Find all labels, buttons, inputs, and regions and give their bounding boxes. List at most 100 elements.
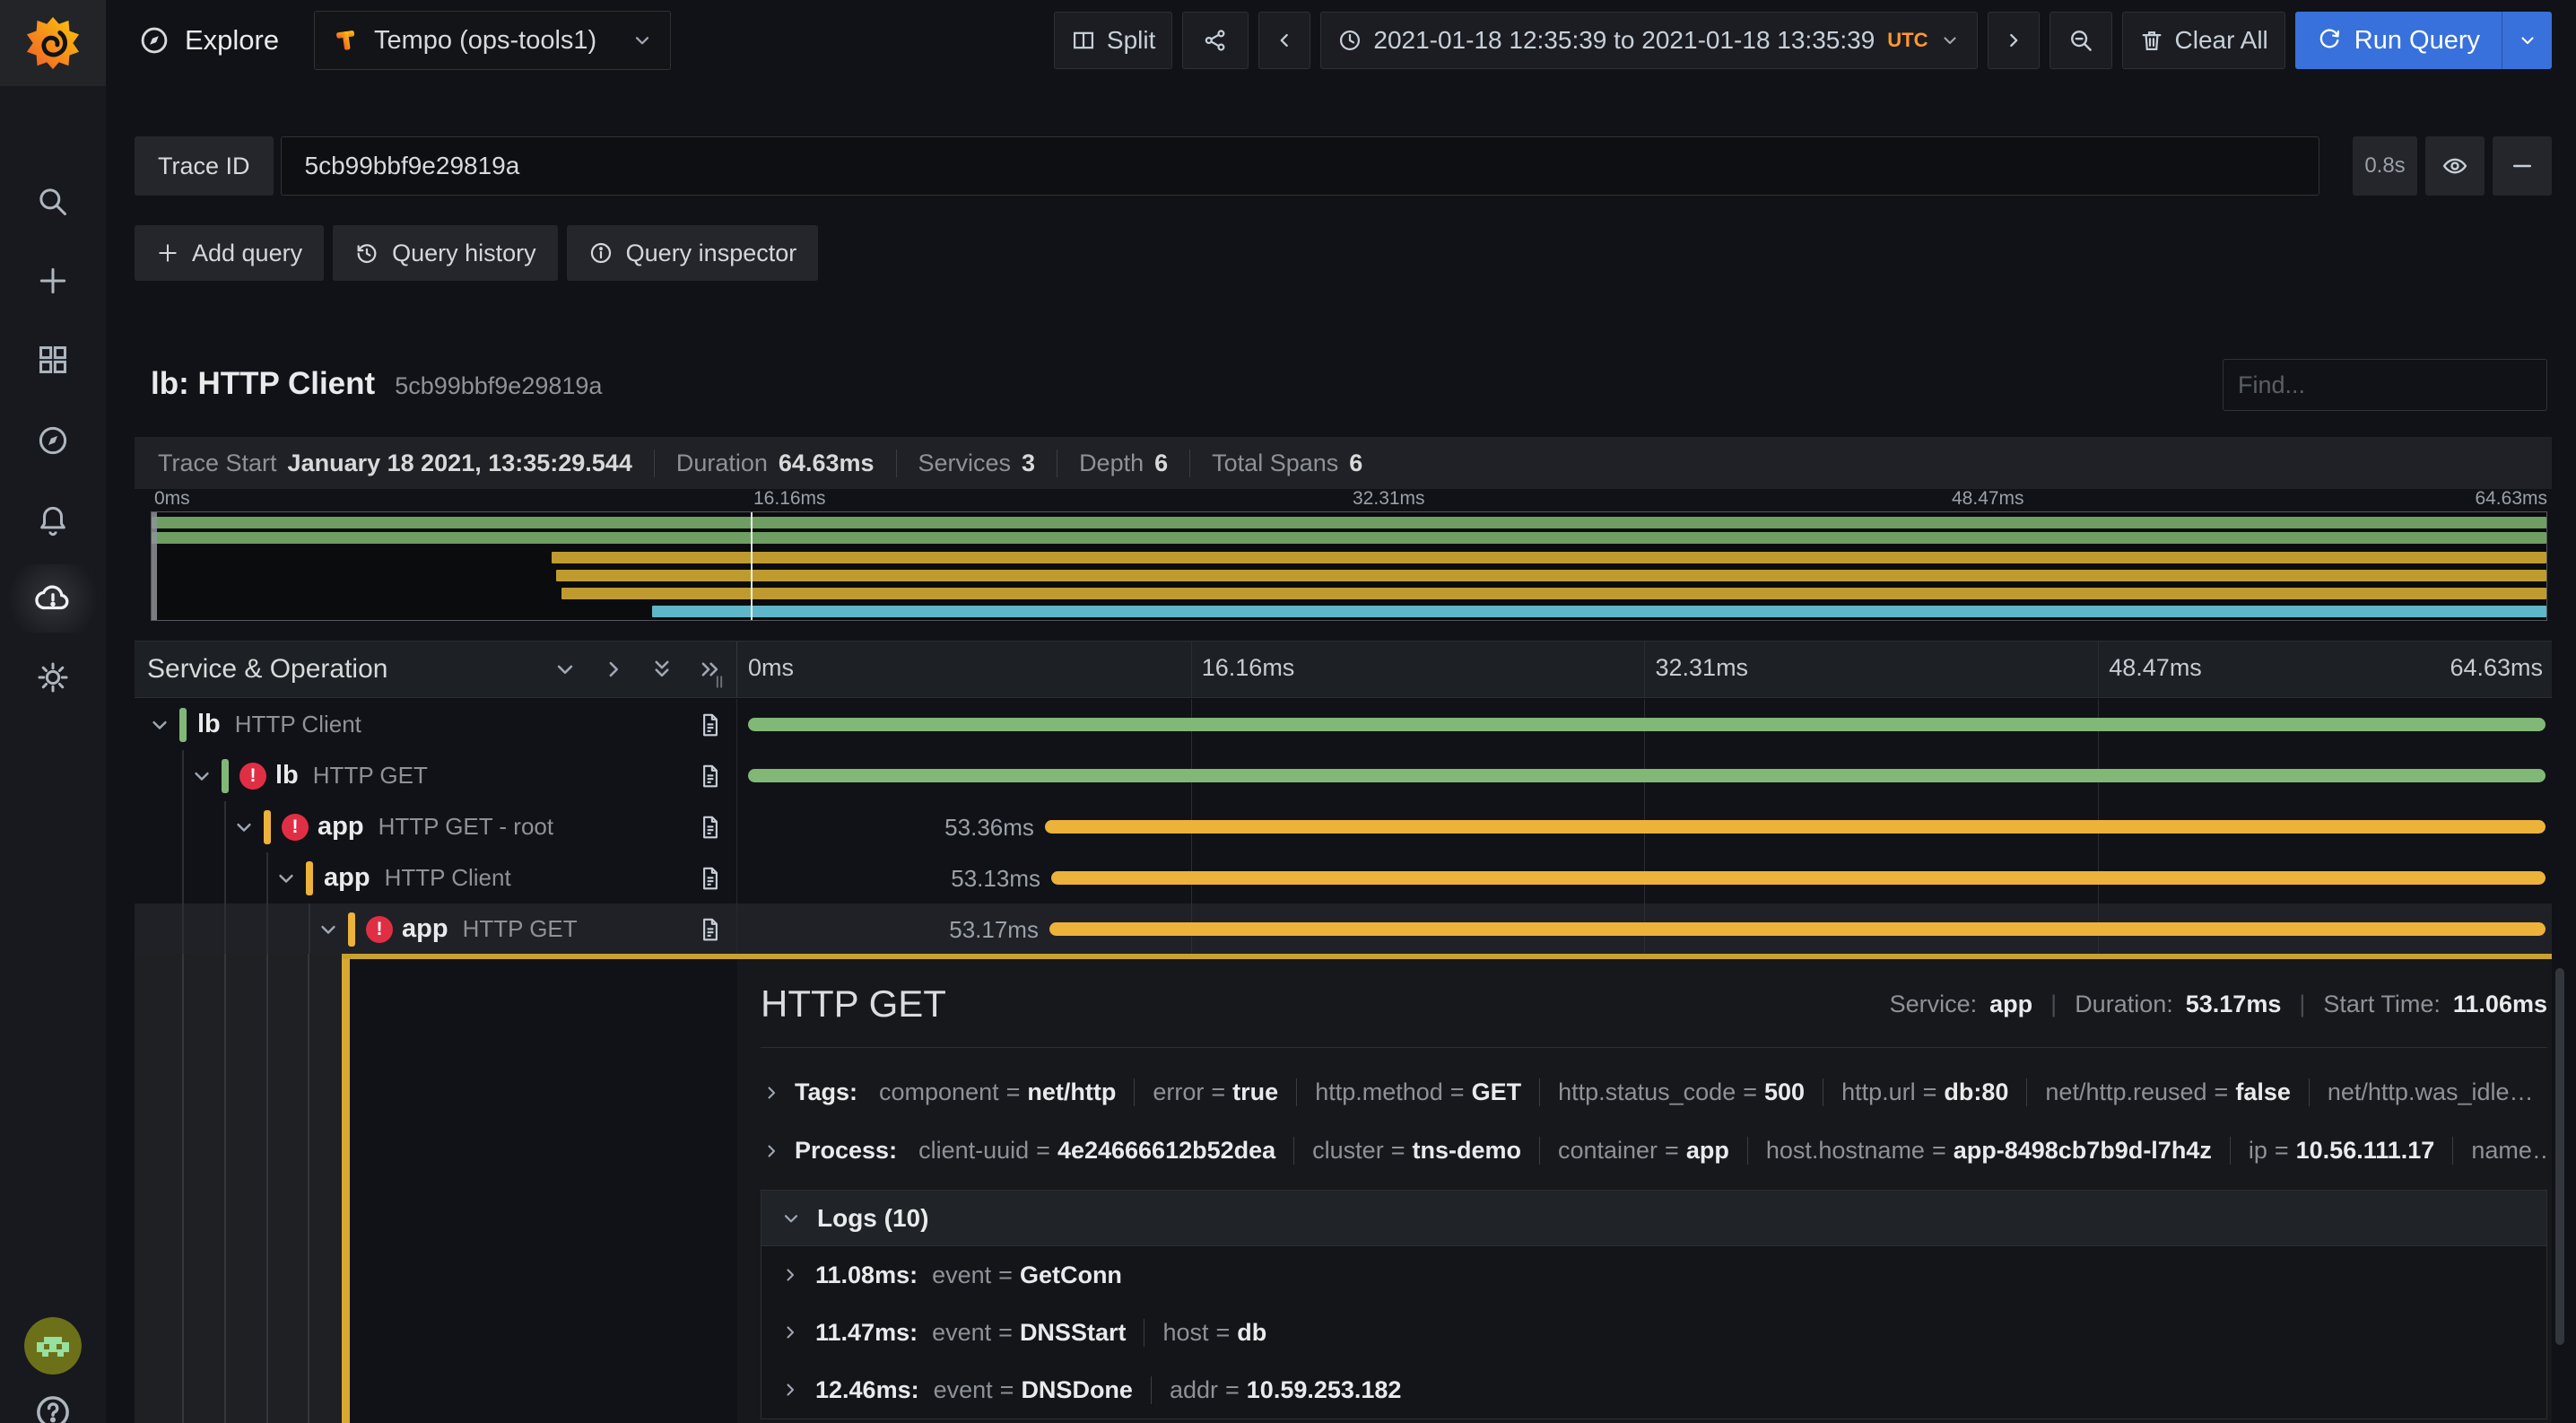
span-row[interactable]: lb HTTP Client xyxy=(135,699,2552,750)
span-duration-bar[interactable] xyxy=(1049,922,2546,936)
span-color-bar xyxy=(348,912,355,947)
span-name-cell[interactable]: app HTTP Client xyxy=(135,852,737,904)
trace-id-input[interactable] xyxy=(281,136,2319,196)
span-row[interactable]: lb HTTP GET xyxy=(135,750,2552,801)
minimap-span-bar xyxy=(652,606,2546,617)
span-name-cell[interactable]: lb HTTP Client xyxy=(135,699,737,750)
process-row: Process: client-uuid = 4e24666612b52dea … xyxy=(761,1137,2547,1165)
span-document-icon[interactable] xyxy=(697,814,724,841)
tag-item[interactable]: http.url = db:80 xyxy=(1823,1078,2008,1106)
user-avatar[interactable] xyxy=(24,1317,82,1375)
query-history-button[interactable]: Query history xyxy=(333,225,558,281)
process-item[interactable]: host.hostname = app-8498cb7b9d-l7h4z xyxy=(1747,1137,2212,1165)
chevron-down-icon[interactable] xyxy=(274,866,299,891)
log-field: event = DNSStart xyxy=(932,1319,1126,1347)
log-row[interactable]: 11.47ms: event = DNSStart xyxy=(761,1304,2546,1361)
service-label: Service: xyxy=(1890,991,1978,1018)
trace-meta-item: Depth6 xyxy=(1057,450,1168,477)
trace-minimap[interactable]: 0ms16.16ms32.31ms48.47ms64.63ms xyxy=(151,488,2547,621)
process-item[interactable]: ip = 10.56.111.17 xyxy=(2230,1137,2434,1165)
grafana-logo[interactable] xyxy=(0,0,106,86)
span-duration-label: 53.13ms xyxy=(951,865,1040,893)
query-inspector-button[interactable]: Query inspector xyxy=(567,225,819,281)
alerting-icon[interactable] xyxy=(0,485,106,554)
tag-item[interactable]: error = true xyxy=(1134,1078,1278,1106)
tag-item[interactable]: http.method = GET xyxy=(1296,1078,1521,1106)
span-document-icon[interactable] xyxy=(697,763,724,790)
tag-item[interactable]: net/http.was_idle… = xyxy=(2309,1078,2534,1106)
chevron-down-icon[interactable] xyxy=(189,764,214,789)
collapse-one-icon[interactable] xyxy=(552,656,579,683)
span-duration-bar[interactable] xyxy=(1045,820,2546,834)
span-name-cell[interactable]: app HTTP GET - root xyxy=(135,801,737,852)
log-row[interactable]: 11.08ms: event = GetConn xyxy=(761,1246,2546,1304)
search-icon[interactable] xyxy=(0,168,106,236)
logs-header[interactable]: Logs (10) xyxy=(761,1191,2546,1246)
query-editor-row: Trace ID 0.8s xyxy=(135,136,2552,196)
span-duration-bar[interactable] xyxy=(748,718,2546,731)
tag-item[interactable]: component = net/http xyxy=(879,1078,1116,1106)
log-row[interactable]: 12.46ms: event = DNSDone xyxy=(761,1361,2546,1419)
span-bar-cell[interactable] xyxy=(737,750,2552,801)
remove-query-button[interactable] xyxy=(2493,136,2552,196)
explore-icon[interactable] xyxy=(0,406,106,475)
trace-meta-item: Trace StartJanuary 18 2021, 13:35:29.544 xyxy=(158,450,632,477)
tags-label[interactable]: Tags: xyxy=(795,1078,857,1106)
span-document-icon[interactable] xyxy=(697,916,724,943)
minimap-tick: 64.63ms xyxy=(2475,488,2547,510)
minimap-drag-handle[interactable] xyxy=(152,512,157,620)
process-label[interactable]: Process: xyxy=(795,1137,897,1165)
span-operation: HTTP Client xyxy=(385,864,511,892)
chevron-down-icon[interactable] xyxy=(147,712,172,738)
minimap-tick: 0ms xyxy=(151,488,190,510)
tag-item[interactable]: http.status_code = 500 xyxy=(1539,1078,1805,1106)
minimap-span-bar xyxy=(552,552,2546,563)
collapse-all-icon[interactable] xyxy=(648,656,675,683)
log-time: 11.47ms: xyxy=(815,1319,918,1347)
expand-one-icon[interactable] xyxy=(600,656,627,683)
span-color-bar xyxy=(179,708,187,742)
span-document-icon[interactable] xyxy=(697,865,724,892)
span-bar-cell[interactable]: 53.36ms xyxy=(737,801,2552,852)
trace-id-label: Trace ID xyxy=(135,136,274,196)
find-input[interactable] xyxy=(2223,359,2547,411)
span-duration-bar[interactable] xyxy=(748,769,2546,782)
span-name-cell[interactable]: lb HTTP GET xyxy=(135,750,737,801)
start-time-value: 11.06ms xyxy=(2453,991,2547,1018)
dashboards-icon[interactable] xyxy=(0,326,106,394)
column-resize-handle[interactable] xyxy=(708,670,731,694)
axis-tick: 48.47ms xyxy=(2098,654,2202,682)
scrollbar-thumb[interactable] xyxy=(2555,968,2564,1345)
span-bar-cell[interactable]: 53.17ms xyxy=(737,904,2552,955)
chevron-right-icon[interactable] xyxy=(761,1082,782,1104)
tree-guides-column xyxy=(135,954,342,1423)
span-bar-cell[interactable] xyxy=(737,699,2552,750)
minimap-span-bar xyxy=(152,517,2546,528)
toggle-visibility-button[interactable] xyxy=(2425,136,2485,196)
span-name-cell[interactable]: app HTTP GET xyxy=(135,904,737,955)
settings-icon[interactable] xyxy=(0,643,106,712)
log-field: addr = 10.59.253.182 xyxy=(1151,1376,1402,1404)
span-bar-cell[interactable]: 53.13ms xyxy=(737,852,2552,904)
process-item[interactable]: name… = xyxy=(2452,1137,2547,1165)
span-document-icon[interactable] xyxy=(697,712,724,738)
minimap-canvas[interactable] xyxy=(151,511,2547,621)
help-icon[interactable] xyxy=(33,1392,73,1423)
add-query-button[interactable]: Add query xyxy=(135,225,324,281)
process-item[interactable]: client-uuid = 4e24666612b52dea xyxy=(918,1137,1275,1165)
service-value: app xyxy=(1989,991,2032,1018)
plus-icon[interactable] xyxy=(0,247,106,315)
span-row[interactable]: app HTTP Client 53.13ms xyxy=(135,852,2552,904)
span-duration-bar[interactable] xyxy=(1051,871,2546,885)
tag-item[interactable]: net/http.reused = false xyxy=(2026,1078,2290,1106)
span-row[interactable]: app HTTP GET - root 53.36ms xyxy=(135,801,2552,852)
process-item[interactable]: cluster = tns-demo xyxy=(1293,1137,1521,1165)
chevron-right-icon[interactable] xyxy=(761,1140,782,1162)
cloud-alert-icon[interactable] xyxy=(0,564,106,633)
process-item[interactable]: container = app xyxy=(1539,1137,1729,1165)
chevron-down-icon[interactable] xyxy=(231,815,257,840)
span-row[interactable]: app HTTP GET 53.17ms xyxy=(135,904,2552,955)
chevron-down-icon[interactable] xyxy=(316,917,341,942)
tree-indent xyxy=(147,904,316,955)
axis-tick: 32.31ms xyxy=(1645,654,1749,682)
